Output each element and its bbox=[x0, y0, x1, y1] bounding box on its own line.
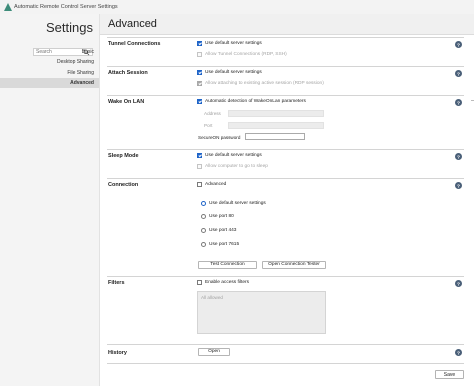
history-label: History bbox=[108, 350, 127, 356]
radio-use-default[interactable] bbox=[201, 201, 206, 206]
connection-option[interactable]: Use port 7615 bbox=[201, 242, 239, 247]
filters-list[interactable]: All allowed bbox=[197, 291, 326, 334]
allow-attach-label: Allow attaching to existing active sessi… bbox=[205, 81, 324, 86]
radio-port-7615[interactable] bbox=[201, 242, 206, 247]
tunnel-use-default-label: Use default server settings bbox=[205, 41, 262, 46]
allow-sleep-checkbox[interactable] bbox=[197, 164, 202, 169]
history-open-button[interactable]: Open bbox=[198, 348, 230, 356]
save-button[interactable]: Save bbox=[435, 370, 464, 379]
svg-text:?: ? bbox=[457, 154, 460, 160]
radio-port-443-label: Use port 443 bbox=[209, 228, 237, 233]
secureon-password-field[interactable] bbox=[245, 133, 305, 140]
radio-port-80-label: Use port 80 bbox=[209, 214, 234, 219]
allow-sleep[interactable]: Allow computer to go to sleep bbox=[197, 164, 268, 169]
tunnel-connections-label: Tunnel Connections bbox=[108, 41, 161, 47]
page-header: Advanced bbox=[100, 14, 474, 35]
divider bbox=[107, 95, 464, 96]
divider bbox=[107, 363, 464, 364]
connection-advanced[interactable]: Advanced bbox=[197, 182, 226, 187]
divider bbox=[107, 276, 464, 277]
help-icon[interactable]: ? bbox=[455, 349, 462, 356]
test-connection-button[interactable]: Test Connection bbox=[198, 261, 257, 269]
help-icon[interactable]: ? bbox=[455, 70, 462, 77]
allow-tunnel-label: Allow Tunnel Connections (RDP, SSH) bbox=[205, 52, 287, 57]
open-connection-tester-button[interactable]: Open Connection Tester bbox=[262, 261, 326, 269]
divider bbox=[107, 344, 464, 345]
divider bbox=[107, 149, 464, 150]
attach-session-label: Attach Session bbox=[108, 70, 148, 76]
connection-option[interactable]: Use default server settings bbox=[201, 201, 266, 206]
sidebar-item-desktop-sharing[interactable]: Desktop Sharing bbox=[0, 57, 99, 67]
title-bar: Automatic Remote Control Server Settings bbox=[0, 0, 474, 14]
sleep-use-default[interactable]: Use default server settings bbox=[197, 153, 262, 158]
allow-attach-checkbox[interactable] bbox=[197, 81, 202, 86]
connection-advanced-label: Advanced bbox=[205, 182, 227, 187]
connection-advanced-checkbox[interactable] bbox=[197, 182, 202, 187]
sleep-use-default-checkbox[interactable] bbox=[197, 153, 202, 158]
sleep-use-default-label: Use default server settings bbox=[205, 153, 262, 158]
connection-option[interactable]: Use port 80 bbox=[201, 214, 234, 219]
divider bbox=[107, 178, 464, 179]
help-icon[interactable]: ? bbox=[455, 182, 462, 189]
sidebar-item-advanced[interactable]: Advanced bbox=[0, 78, 99, 88]
radio-port-7615-label: Use port 7615 bbox=[209, 242, 240, 247]
filters-label: Filters bbox=[108, 280, 125, 286]
svg-text:?: ? bbox=[457, 100, 460, 106]
radio-port-443[interactable] bbox=[201, 228, 206, 233]
attach-use-default-checkbox[interactable] bbox=[197, 70, 202, 75]
tunnel-use-default[interactable]: Use default server settings bbox=[197, 41, 262, 46]
allow-tunnel-checkbox[interactable] bbox=[197, 52, 202, 57]
secureon-password-label: SecureON password bbox=[198, 135, 241, 140]
tunnel-use-default-checkbox[interactable] bbox=[197, 41, 202, 46]
window-title: Automatic Remote Control Server Settings bbox=[14, 4, 118, 10]
enable-filters-checkbox[interactable] bbox=[197, 280, 202, 285]
address-label: Address bbox=[204, 111, 221, 116]
divider bbox=[107, 66, 464, 67]
attach-use-default-label: Use default server settings bbox=[205, 70, 262, 75]
allow-tunnel-connections[interactable]: Allow Tunnel Connections (RDP, SSH) bbox=[197, 52, 287, 57]
help-icon[interactable]: ? bbox=[455, 99, 462, 106]
page-title: Advanced bbox=[108, 18, 157, 30]
radio-port-80[interactable] bbox=[201, 214, 206, 219]
port-label: Port bbox=[204, 123, 213, 128]
help-icon[interactable]: ? bbox=[455, 153, 462, 160]
svg-text:?: ? bbox=[457, 183, 460, 189]
app-logo-icon bbox=[4, 3, 12, 11]
svg-text:?: ? bbox=[457, 350, 460, 356]
help-icon[interactable]: ? bbox=[455, 41, 462, 48]
address-field[interactable] bbox=[228, 110, 324, 117]
svg-text:?: ? bbox=[457, 281, 460, 287]
wol-auto-detect-checkbox[interactable] bbox=[197, 99, 202, 104]
filters-placeholder: All allowed bbox=[201, 295, 223, 300]
port-field[interactable] bbox=[228, 122, 324, 129]
attach-use-default[interactable]: Use default server settings bbox=[197, 70, 262, 75]
svg-text:?: ? bbox=[457, 71, 460, 77]
connection-option[interactable]: Use port 443 bbox=[201, 228, 236, 233]
sidebar: Settings Basic Desktop Sharing File Shar… bbox=[0, 14, 100, 386]
radio-use-default-label: Use default server settings bbox=[209, 201, 266, 206]
sidebar-item-file-sharing[interactable]: File Sharing bbox=[0, 68, 99, 78]
wol-auto-detect[interactable]: Automatic detection of WakeOnLan paramet… bbox=[197, 99, 306, 104]
allow-attach-session[interactable]: Allow attaching to existing active sessi… bbox=[197, 81, 324, 86]
wake-on-lan-label: Wake On LAN bbox=[108, 99, 145, 105]
connection-label: Connection bbox=[108, 182, 139, 188]
sidebar-item-basic[interactable]: Basic bbox=[0, 47, 99, 57]
enable-access-filters[interactable]: Enable access filters bbox=[197, 280, 249, 285]
wol-auto-detect-label: Automatic detection of WakeOnLan paramet… bbox=[205, 99, 306, 104]
sidebar-heading: Settings bbox=[46, 20, 93, 35]
sleep-mode-label: Sleep Mode bbox=[108, 153, 139, 159]
svg-text:?: ? bbox=[457, 42, 460, 48]
divider bbox=[107, 37, 464, 38]
allow-sleep-label: Allow computer to go to sleep bbox=[205, 164, 268, 169]
help-icon[interactable]: ? bbox=[455, 280, 462, 287]
main-panel: Advanced Tunnel Connections ? Use defaul… bbox=[100, 14, 474, 386]
enable-filters-label: Enable access filters bbox=[205, 280, 249, 285]
